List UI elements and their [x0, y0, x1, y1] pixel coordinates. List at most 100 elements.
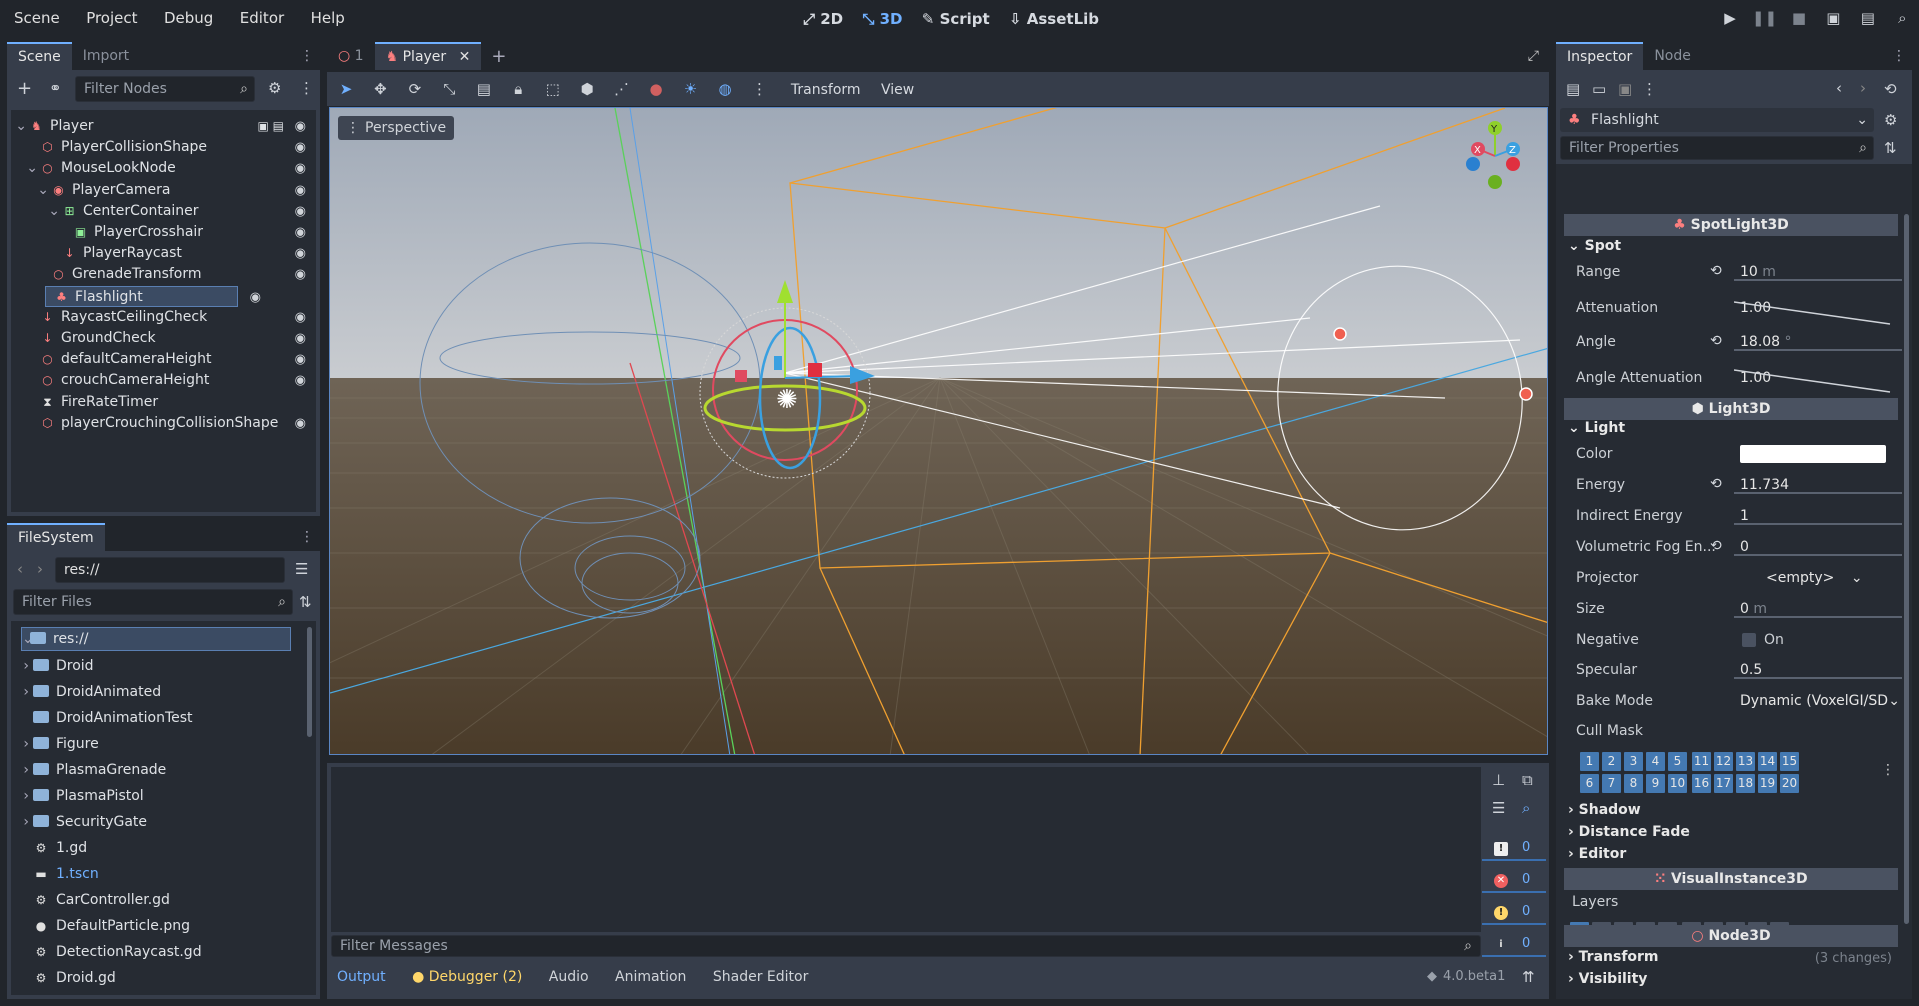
filter-messages-input[interactable]: Filter Messages ⌕ [331, 935, 1481, 957]
menu-help[interactable]: Help [311, 9, 345, 27]
layer-bit[interactable]: 13 [1736, 752, 1755, 771]
folder-item[interactable]: › Figure [11, 731, 316, 757]
menu-project[interactable]: Project [86, 9, 137, 27]
menu-editor[interactable]: Editor [240, 9, 284, 27]
history-back-icon[interactable]: ‹ [1836, 79, 1842, 97]
dock-menu-icon[interactable]: ⋮ [1892, 48, 1906, 64]
dock-menu-icon[interactable]: ⋮ [300, 529, 314, 545]
revert-icon[interactable]: ⟲ [1710, 538, 1722, 554]
layer-bit[interactable]: 5 [1668, 752, 1687, 771]
chevron-down-icon[interactable]: ⌄ [11, 116, 29, 137]
section-distance-fade[interactable]: › Distance Fade [1568, 824, 1690, 840]
chevron-down-icon[interactable]: ⌄ [11, 158, 40, 179]
message-counter[interactable]: ! 0 [1482, 835, 1546, 861]
section-editor[interactable]: › Editor [1568, 846, 1626, 862]
layer-bit[interactable]: 19 [1758, 774, 1777, 793]
lock-icon[interactable]: 🔒︎ [503, 80, 533, 98]
revert-icon[interactable]: ⟲ [1710, 333, 1722, 349]
forward-icon[interactable]: › [37, 560, 43, 578]
visibility-eye-icon[interactable]: ◉ [295, 328, 306, 349]
revert-icon[interactable]: ⟲ [1710, 476, 1722, 492]
folder-item[interactable]: › SecurityGate [11, 809, 316, 835]
size-slider[interactable]: 0 m [1730, 598, 1902, 620]
visibility-eye-icon[interactable]: ◉ [295, 349, 306, 370]
search-icon[interactable]: ⌕ [1522, 799, 1530, 817]
layer-bit[interactable]: 15 [1780, 752, 1799, 771]
list-select-icon[interactable]: ▤ [469, 80, 499, 98]
tab-filesystem[interactable]: FileSystem [7, 523, 105, 551]
expand-panel-icon[interactable]: ⇈ [1522, 968, 1535, 986]
energy-slider[interactable]: 11.734 [1730, 474, 1902, 496]
class-header-visualinstance3d[interactable]: ⁙ VisualInstance3D [1564, 868, 1898, 890]
folder-item[interactable]: ⌄ res:// [21, 627, 291, 651]
tab-inspector[interactable]: Inspector [1556, 42, 1644, 70]
tree-node[interactable]: ↓ GroundCheck ◉ [11, 328, 316, 349]
copy-icon[interactable]: ⧉ [1522, 771, 1533, 789]
tab-node[interactable]: Node [1643, 42, 1702, 70]
mode-3d-button[interactable]: ⤡ 3D [862, 10, 902, 28]
tree-node[interactable]: ⬡ playerCrouchingCollisionShape ◉ [11, 413, 316, 434]
path-input[interactable]: res:// [55, 557, 285, 583]
play-scene-icon[interactable]: ▣ [1818, 9, 1848, 27]
dock-menu-icon[interactable]: ⋮ [300, 48, 314, 64]
visibility-eye-icon[interactable]: ◉ [295, 243, 306, 264]
tab-scene-player[interactable]: ♞ Player ✕ [374, 42, 482, 70]
back-icon[interactable]: ‹ [17, 560, 23, 578]
layer-bit[interactable]: 17 [1714, 774, 1733, 793]
message-counter[interactable]: ! 0 [1482, 899, 1546, 925]
view-menu[interactable]: View [881, 82, 914, 98]
tab-audio[interactable]: Audio [549, 969, 589, 985]
more-icon[interactable]: ⋮ [1881, 762, 1895, 778]
file-item[interactable]: ▬ 1.tscn [11, 861, 316, 887]
folder-item[interactable]: › DroidAnimated [11, 679, 316, 705]
history-icon[interactable]: ⟲ [1884, 80, 1897, 98]
layer-bit[interactable]: 20 [1780, 774, 1799, 793]
file-item[interactable]: ● DefaultParticle.png [11, 913, 316, 939]
split-mode-icon[interactable]: ☰ [295, 560, 308, 578]
tree-node[interactable]: ▣ PlayerCrosshair ◉ [11, 222, 316, 243]
tab-shader-editor[interactable]: Shader Editor [713, 969, 808, 985]
negative-checkbox[interactable] [1742, 633, 1756, 647]
section-spot[interactable]: ⌄ Spot [1568, 238, 1621, 254]
play-icon[interactable]: ▶ [1715, 9, 1745, 27]
file-item[interactable]: ⚙ DetectionRaycast.gd [11, 939, 316, 965]
tree-node[interactable]: ○ GrenadeTransform ◉ [11, 264, 316, 285]
color-picker[interactable] [1740, 445, 1886, 463]
perspective-button[interactable]: ⋮ Perspective [338, 116, 455, 140]
folder-item[interactable]: › PlasmaPistol [11, 783, 316, 809]
tab-animation[interactable]: Animation [615, 969, 686, 985]
environment-preview-icon[interactable]: ◍ [710, 80, 740, 98]
visibility-eye-icon[interactable]: ◉ [295, 264, 306, 285]
more-icon[interactable]: ⋮ [1642, 80, 1657, 98]
tab-debugger[interactable]: ● Debugger (2) [412, 969, 522, 985]
visibility-eye-icon[interactable]: ◉ [295, 413, 306, 434]
tab-scene-1[interactable]: ○ 1 [327, 42, 375, 70]
object-params-icon[interactable]: ⚙ [1884, 111, 1897, 129]
object-selector[interactable]: ♣ Flashlight ⌄ [1560, 108, 1874, 132]
folder-item[interactable]: › Droid [11, 653, 316, 679]
cull-mask-grid[interactable]: 1 2 3 4 5 11 12 13 14 15 6 7 8 9 10 16 17 18 19 20 [1580, 752, 1820, 796]
chevron-right-icon[interactable]: › [11, 653, 33, 679]
collapse-icon[interactable]: ☰ [1492, 799, 1505, 817]
chevron-right-icon[interactable]: › [11, 731, 33, 757]
section-visibility[interactable]: › Visibility [1568, 971, 1647, 987]
specular-slider[interactable]: 0.5 [1730, 659, 1902, 681]
angle-slider[interactable]: 18.08 ° [1730, 331, 1902, 353]
visibility-eye-icon[interactable]: ◉ [295, 201, 306, 222]
class-header-spotlight3d[interactable]: ♣ SpotLight3D [1564, 214, 1898, 236]
property-sort-icon[interactable]: ⇅ [1884, 139, 1897, 157]
tree-node[interactable]: ♣ Flashlight ◉ [45, 285, 261, 307]
open-folder-icon[interactable]: ▭ [1592, 80, 1606, 98]
chevron-right-icon[interactable]: › [11, 679, 33, 705]
snap-icon[interactable]: ⋰ [607, 80, 637, 98]
visibility-eye-icon[interactable]: ◉ [295, 307, 306, 328]
mode-script-button[interactable]: ✎ Script [922, 10, 990, 28]
layer-bit[interactable]: 16 [1692, 774, 1711, 793]
new-resource-icon[interactable]: ▤ [1566, 80, 1580, 98]
chevron-right-icon[interactable]: › [11, 809, 33, 835]
tree-node[interactable]: ⌄ ○ MouseLookNode ◉ [11, 158, 316, 179]
visibility-eye-icon[interactable]: ◉ [295, 370, 306, 391]
distraction-free-icon[interactable]: ⤢ [1528, 48, 1539, 64]
visibility-eye-icon[interactable]: ◉ [295, 222, 306, 243]
attach-script-icon[interactable]: ⚙ [268, 79, 281, 97]
